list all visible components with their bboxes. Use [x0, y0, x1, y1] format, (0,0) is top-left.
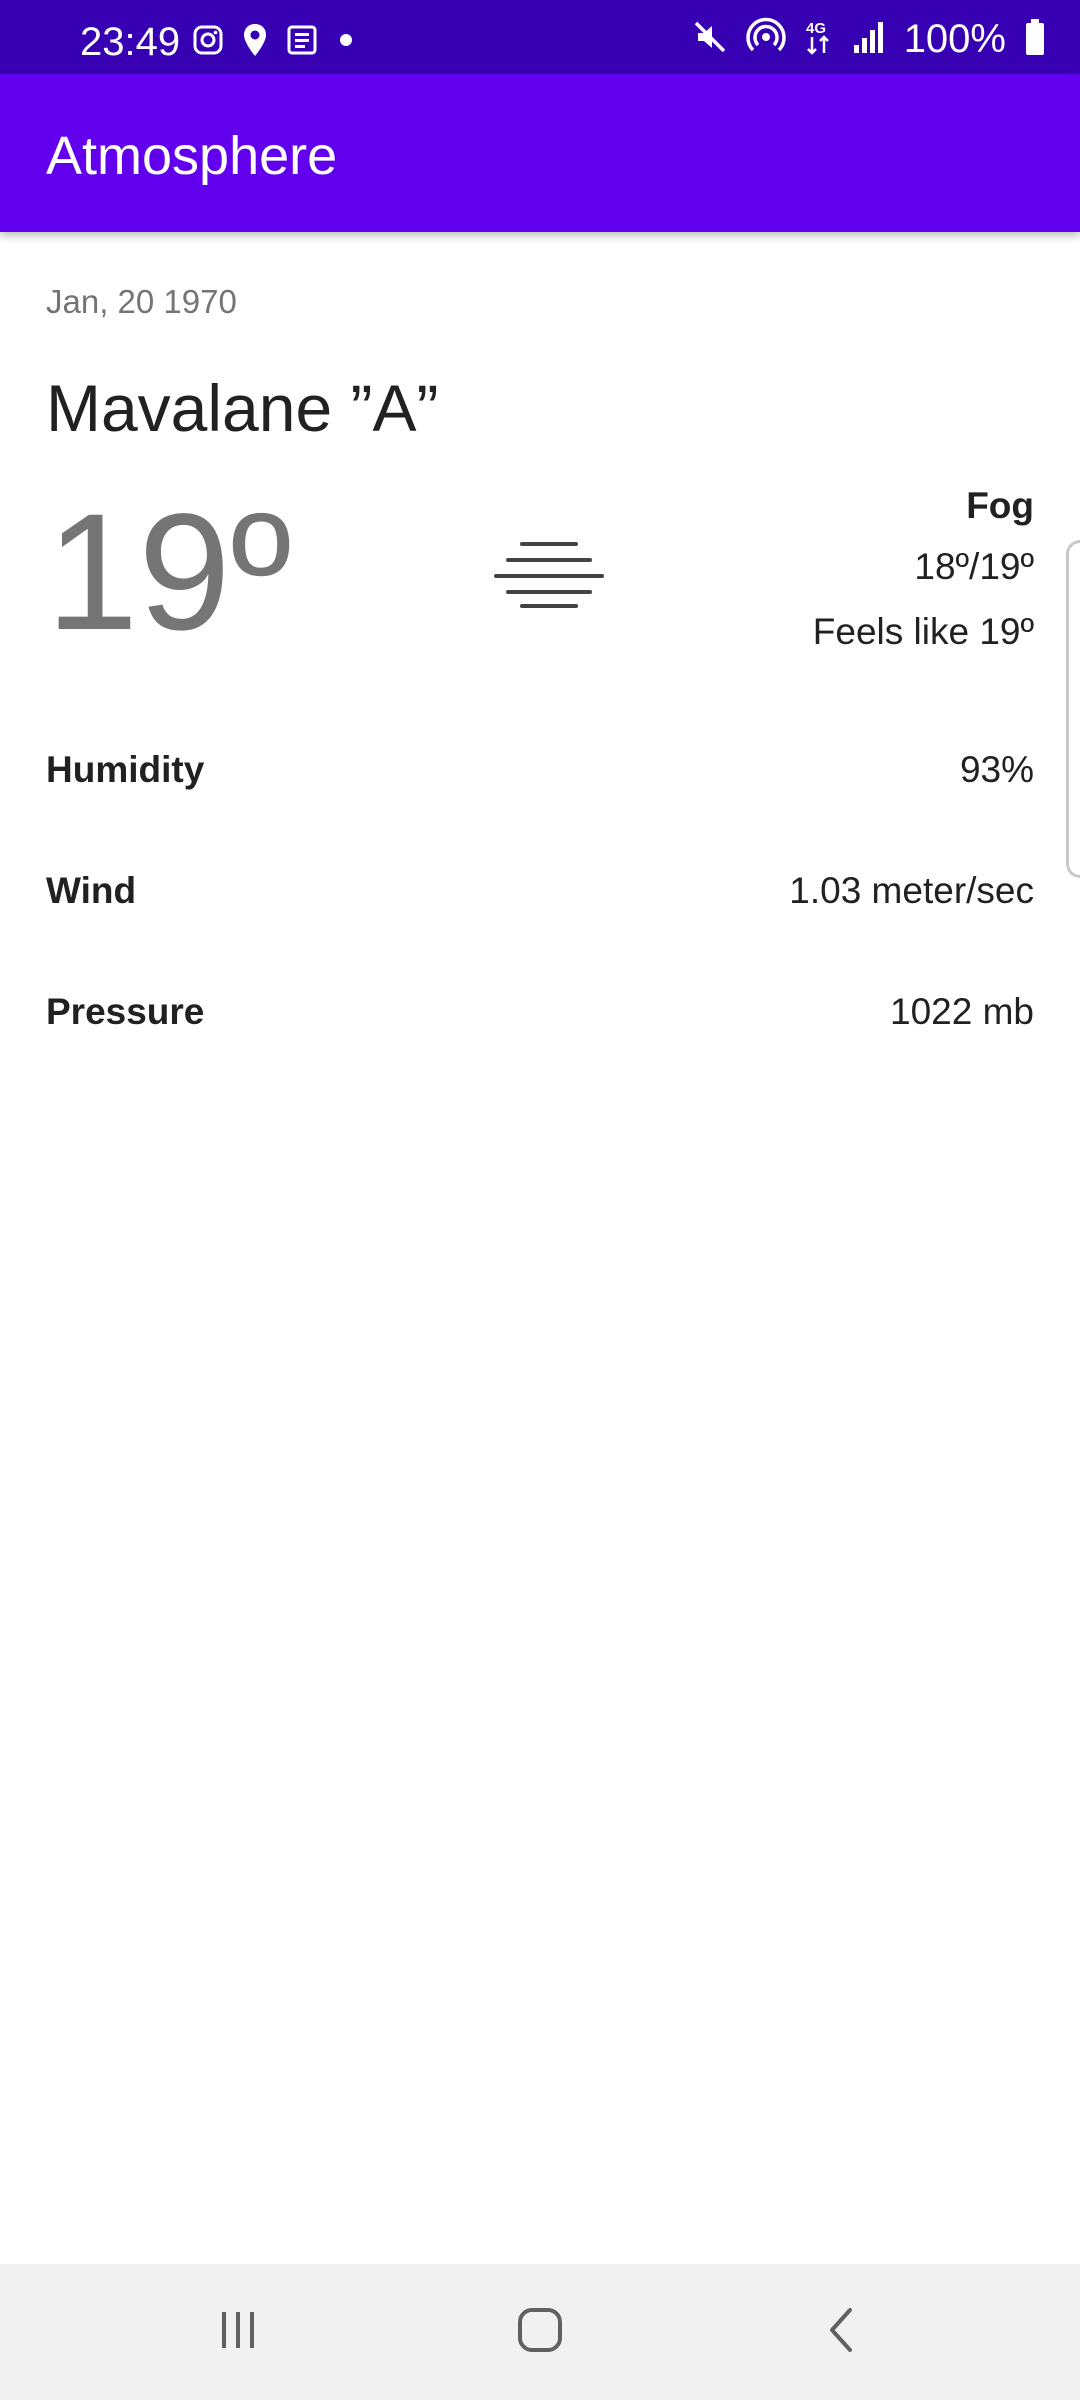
recent-apps-icon	[216, 2308, 260, 2357]
signal-icon	[852, 19, 886, 60]
fog-icon	[494, 540, 604, 610]
location-pin-icon	[242, 23, 268, 62]
status-notification-icons	[192, 22, 356, 62]
dot-icon	[336, 30, 356, 55]
location-name: Mavalane ”A”	[46, 371, 439, 445]
wind-row: Wind 1.03 meter/sec	[46, 861, 1034, 921]
instagram-icon	[192, 24, 224, 61]
edge-panel-handle[interactable]	[1066, 540, 1080, 878]
status-bar: 23:49 4G 100%	[0, 0, 1080, 74]
back-icon	[822, 2306, 862, 2359]
back-button[interactable]	[782, 2292, 902, 2372]
hotspot-icon	[745, 17, 786, 62]
news-icon	[286, 24, 318, 61]
min-max-temperature: 18º/19º	[914, 546, 1034, 587]
weather-date: Jan, 20 1970	[46, 283, 237, 320]
weather-condition: Fog	[966, 485, 1034, 526]
svg-text:4G: 4G	[806, 20, 826, 37]
humidity-row: Humidity 93%	[46, 740, 1034, 800]
app-title: Atmosphere	[46, 126, 338, 186]
battery-icon	[1024, 18, 1046, 61]
battery-percentage: 100%	[903, 17, 1006, 61]
weather-summary: Fog 18º/19º Feels like 19º	[813, 478, 1034, 664]
humidity-value: 93%	[959, 749, 1034, 790]
status-time: 23:49	[80, 20, 181, 64]
pressure-row: Pressure 1022 mb	[46, 982, 1034, 1042]
status-system-icons: 4G 100%	[692, 16, 1046, 62]
app-bar: Atmosphere	[0, 74, 1080, 232]
home-icon	[516, 2306, 564, 2359]
feels-like-temperature: Feels like 19º	[812, 611, 1034, 652]
humidity-label: Humidity	[46, 749, 205, 790]
4g-data-icon: 4G	[804, 17, 834, 62]
screen: 23:49 4G 100% Atmosphere Jan, 20 1970 Ma…	[0, 0, 1080, 2400]
current-temperature: 19º	[46, 480, 292, 665]
wind-label: Wind	[46, 870, 137, 911]
wind-value: 1.03 meter/sec	[789, 870, 1034, 911]
home-button[interactable]	[480, 2292, 600, 2372]
mute-icon	[692, 19, 728, 60]
pressure-label: Pressure	[46, 991, 205, 1032]
recent-apps-button[interactable]	[178, 2292, 298, 2372]
pressure-value: 1022 mb	[890, 991, 1034, 1032]
navigation-bar	[0, 2264, 1080, 2400]
